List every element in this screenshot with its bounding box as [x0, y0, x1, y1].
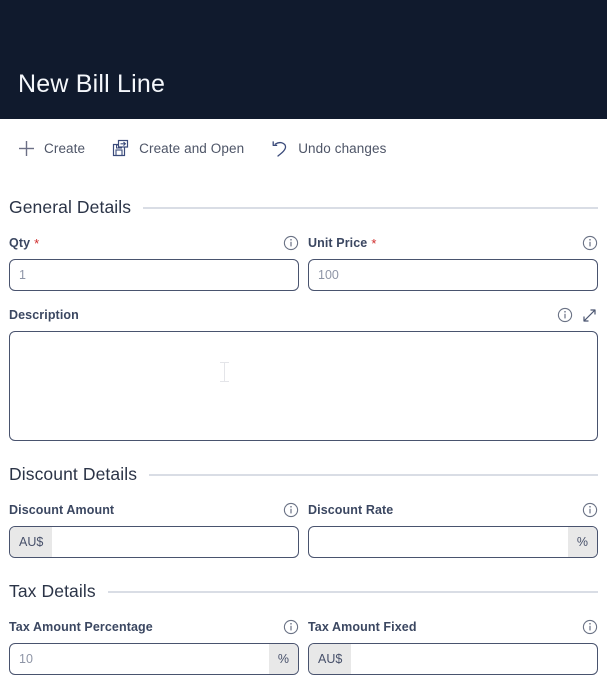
input-shell	[9, 259, 299, 291]
info-icon[interactable]	[581, 235, 598, 252]
info-icon[interactable]	[282, 619, 299, 636]
section-divider	[143, 206, 598, 209]
field-row: Tax Amount Percentage % Tax Amount Fixed	[9, 618, 598, 675]
section-header-general-details: General Details	[9, 197, 598, 218]
currency-prefix: AU$	[10, 527, 53, 557]
undo-changes-button[interactable]: Undo changes	[268, 136, 388, 160]
required-marker: *	[34, 235, 40, 251]
field-label: Tax Amount Fixed	[308, 620, 417, 634]
field-label-row: Unit Price *	[308, 234, 598, 252]
section-divider	[149, 473, 598, 476]
info-icon[interactable]	[581, 502, 598, 519]
section-header-discount-details: Discount Details	[9, 464, 598, 485]
field-qty: Qty *	[9, 234, 299, 291]
info-icon[interactable]	[282, 235, 299, 252]
field-tax-amount-percentage: Tax Amount Percentage %	[9, 618, 299, 675]
undo-changes-button-label: Undo changes	[298, 140, 387, 156]
field-label: Unit Price	[308, 236, 368, 250]
input-shell: %	[9, 643, 299, 675]
info-icon[interactable]	[581, 619, 598, 636]
expand-diagonal-icon[interactable]	[581, 307, 598, 324]
section-title: Tax Details	[9, 581, 96, 601]
field-label-row: Description	[9, 306, 598, 324]
field-discount-rate: Discount Rate %	[308, 501, 598, 558]
input-shell	[308, 259, 598, 291]
field-row: Qty * Unit Price *	[9, 234, 598, 291]
plus-icon	[16, 138, 36, 158]
page-header: New Bill Line	[0, 0, 607, 119]
field-row: Description	[9, 306, 598, 441]
section-title: Discount Details	[9, 464, 138, 484]
field-label-row: Discount Rate	[308, 501, 598, 519]
discount-rate-input[interactable]	[309, 527, 568, 557]
field-label: Description	[9, 308, 79, 322]
field-description: Description	[9, 306, 598, 441]
action-toolbar: Create Create and Open Undo changes	[0, 119, 607, 177]
page-title: New Bill Line	[18, 70, 166, 98]
currency-prefix: AU$	[309, 644, 352, 674]
field-unit-price: Unit Price *	[308, 234, 598, 291]
tax-amount-fixed-input[interactable]	[351, 644, 597, 674]
percent-suffix: %	[567, 527, 597, 557]
create-and-open-button[interactable]: Create and Open	[109, 136, 246, 160]
field-label: Tax Amount Percentage	[9, 620, 153, 634]
create-and-open-button-label: Create and Open	[139, 140, 245, 156]
input-shell: AU$	[9, 526, 299, 558]
info-icon[interactable]	[556, 307, 573, 324]
textarea-shell	[9, 331, 598, 441]
section-header-tax-details: Tax Details	[9, 581, 598, 602]
input-shell: AU$	[308, 643, 598, 675]
field-label: Discount Rate	[308, 503, 394, 517]
field-label-row: Tax Amount Fixed	[308, 618, 598, 636]
section-divider	[107, 590, 598, 593]
field-label: Qty	[9, 236, 31, 250]
qty-input[interactable]	[10, 260, 298, 290]
field-label-row: Discount Amount	[9, 501, 299, 519]
field-label: Discount Amount	[9, 503, 115, 517]
create-button-label: Create	[44, 140, 86, 156]
percent-suffix: %	[268, 644, 298, 674]
input-shell: %	[308, 526, 598, 558]
field-discount-amount: Discount Amount AU$	[9, 501, 299, 558]
undo-icon	[270, 138, 290, 158]
required-marker: *	[371, 235, 377, 251]
info-icon[interactable]	[282, 502, 299, 519]
save-and-open-icon	[111, 138, 131, 158]
section-title: General Details	[9, 197, 132, 217]
field-row: Discount Amount AU$ Discount Rate %	[9, 501, 598, 558]
discount-amount-input[interactable]	[52, 527, 298, 557]
description-textarea[interactable]	[10, 332, 597, 440]
create-button[interactable]: Create	[14, 136, 87, 160]
unit-price-input[interactable]	[309, 260, 597, 290]
field-tax-amount-fixed: Tax Amount Fixed AU$	[308, 618, 598, 675]
field-label-row: Qty *	[9, 234, 299, 252]
form-content: General Details Qty * 1 Unit Price * 100…	[0, 197, 607, 675]
tax-amount-percentage-input[interactable]	[10, 644, 269, 674]
field-label-row: Tax Amount Percentage	[9, 618, 299, 636]
